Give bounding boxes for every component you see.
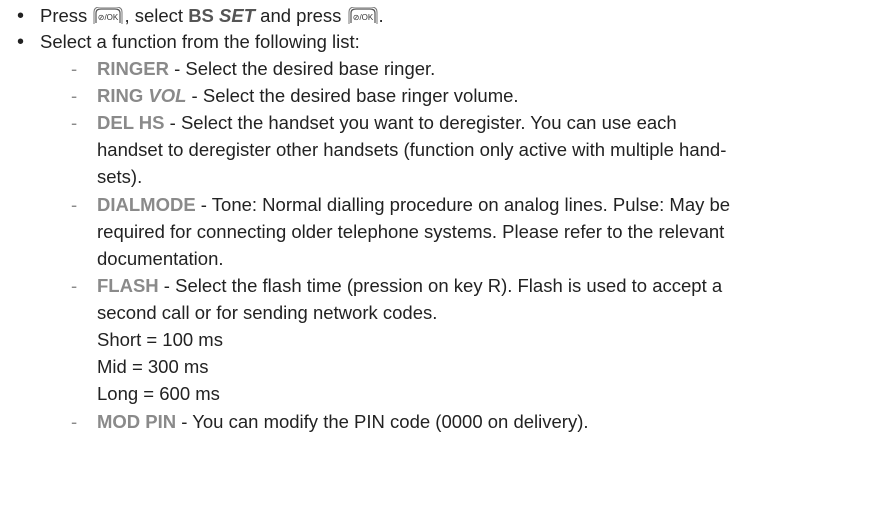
list-item-continuation: documentation. xyxy=(97,248,224,269)
flash-short-value: Short = 100 ms xyxy=(97,329,223,350)
list-item-ring-vol: RING VOL - Select the desired base ringe… xyxy=(97,85,519,106)
list-item-continuation: handset to deregister other handsets (fu… xyxy=(97,139,727,160)
svg-text:⊘/OK: ⊘/OK xyxy=(98,13,119,22)
list-item-del-hs: DEL HS - Select the handset you want to … xyxy=(97,112,677,133)
list-dash: - xyxy=(71,85,78,106)
list-item-mod-pin: MOD PIN - You can modify the PIN code (0… xyxy=(97,411,589,432)
list-item-continuation: sets). xyxy=(97,166,143,187)
instruction-line-1: Press ⊘/OK , select BS SET and press ⊘/O… xyxy=(40,5,384,26)
list-dash: - xyxy=(71,58,78,79)
svg-text:⊘/OK: ⊘/OK xyxy=(352,13,373,22)
list-item-continuation: second call or for sending network codes… xyxy=(97,302,438,323)
list-dash: - xyxy=(71,194,78,215)
flash-long-value: Long = 600 ms xyxy=(97,383,220,404)
bullet-dot: • xyxy=(17,5,25,27)
list-item-ringer: RINGER - Select the desired base ringer. xyxy=(97,58,436,79)
list-item-dialmode: DIALMODE - Tone: Normal dialling procedu… xyxy=(97,194,731,215)
list-item-continuation: required for connecting older telephone … xyxy=(97,221,725,242)
list-item-flash: FLASH - Select the flash time (pression … xyxy=(97,275,723,296)
list-dash: - xyxy=(71,411,78,432)
list-dash: - xyxy=(71,275,78,296)
menu-ok-key-icon: ⊘/OK xyxy=(348,7,378,25)
instruction-line-2: Select a function from the following lis… xyxy=(40,31,360,52)
flash-mid-value: Mid = 300 ms xyxy=(97,356,209,377)
bullet-dot: • xyxy=(17,31,25,53)
list-dash: - xyxy=(71,112,78,133)
menu-ok-key-icon: ⊘/OK xyxy=(93,7,123,25)
